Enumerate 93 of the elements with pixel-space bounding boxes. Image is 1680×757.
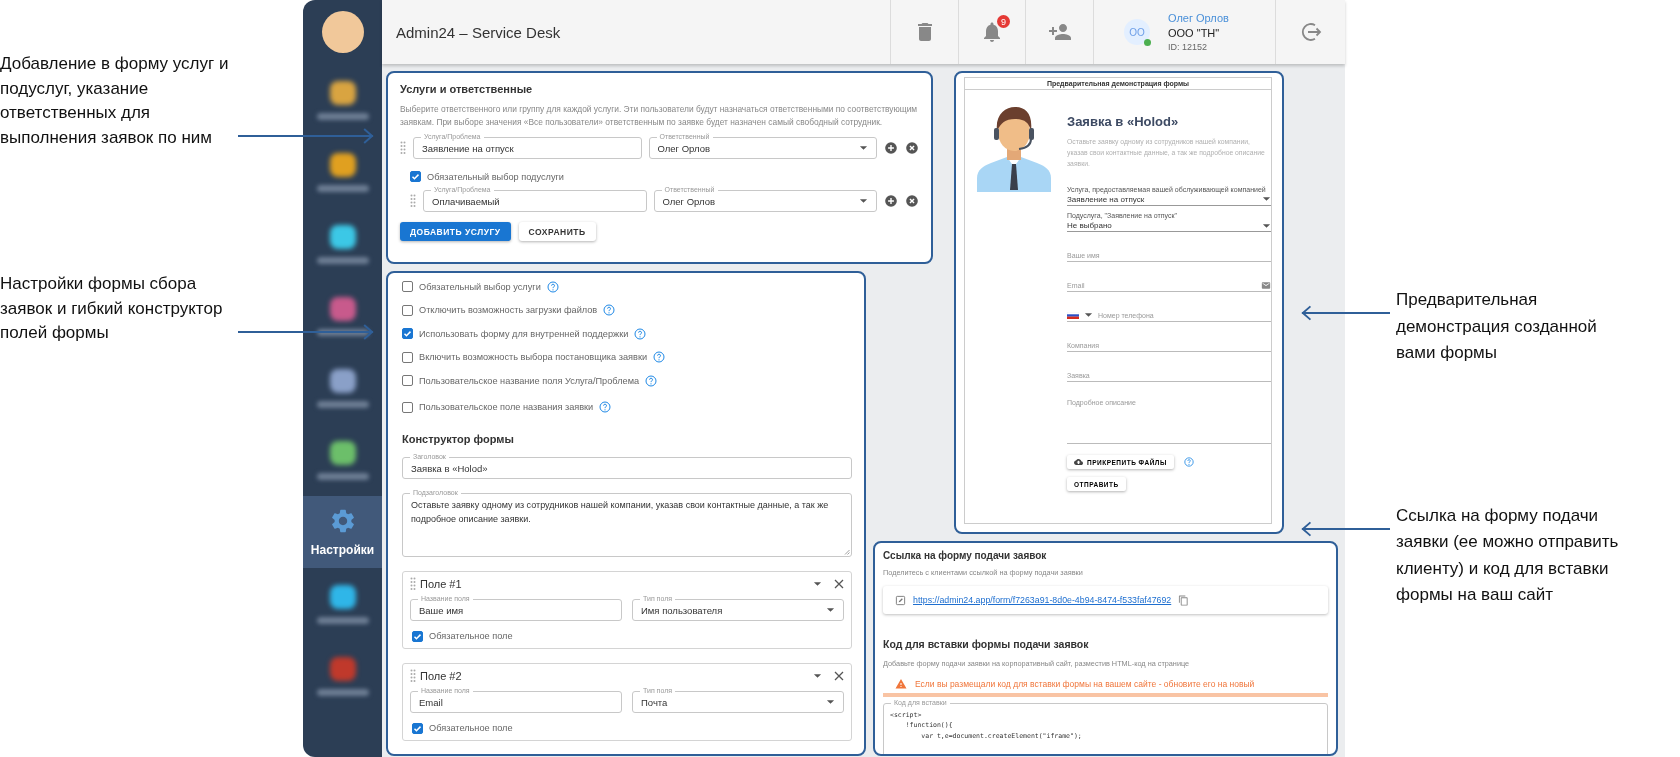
avatar (321, 11, 364, 53)
close-icon[interactable] (834, 579, 844, 589)
help-icon[interactable] (546, 280, 559, 293)
caret-icon (826, 699, 835, 705)
annotation-text: Настройки формы сбора заявок и гибкий конструктор полей формы (0, 273, 224, 344)
add-icon[interactable] (884, 141, 898, 156)
panel-title: Услуги и ответственные (400, 83, 534, 95)
field-value: Олег Орлов (657, 142, 712, 154)
blurred-label (316, 400, 369, 408)
checkbox-label: Использовать форму для внутренней поддержки (419, 328, 629, 339)
checkbox-label: Обязательное поле (429, 631, 513, 641)
field-value: Email (419, 696, 444, 708)
add-icon[interactable] (884, 194, 898, 209)
warning-icon (895, 678, 907, 689)
checkbox-label: Обязательный выбор подуслуги (427, 171, 564, 182)
annotation-text: Предварительная демонстрация созданной вами формы (1396, 289, 1598, 364)
save-button[interactable]: СОХРАНИТЬ (518, 222, 596, 242)
help-icon[interactable] (599, 401, 612, 414)
notifications-button[interactable]: 9 (958, 0, 1025, 64)
checkbox[interactable] (402, 351, 413, 363)
annotation-text: Добавление в форму услуг и подуслуг, указание ответственных для выполнения заявок по ним (0, 53, 230, 149)
company-name: ООО "ТН" (1168, 27, 1221, 39)
field-title: Поле #2 (420, 670, 463, 682)
checkbox[interactable] (402, 375, 413, 387)
blurred-label (316, 472, 369, 480)
remove-icon[interactable] (905, 141, 919, 156)
checkbox-label: Обязательное поле (429, 723, 513, 733)
annotation-text: Ссылка на форму подачи заявки (ее можно отправить клиенту) и код для вставки формы на ваш сайт (1396, 504, 1620, 606)
blurred-label (316, 616, 369, 624)
blurred-label (316, 688, 369, 696)
field-value: Оставьте заявку одному из сотрудников нашей компании, указав свои контактные данные, а так же подробное описание заявки. (411, 499, 830, 526)
panel-title: Ссылка на форму подачи заявок (883, 550, 1048, 561)
field-value: Заявление на отпуск (1067, 194, 1146, 205)
user-id: ID: 12152 (1168, 42, 1209, 52)
caret-icon (859, 198, 868, 205)
copy-icon[interactable] (1178, 594, 1190, 606)
field-value: Олег Орлов (662, 195, 717, 207)
checkbox-label: Включить возможность выбора постановщика заявки (419, 352, 648, 363)
remove-icon[interactable] (905, 194, 919, 209)
checkbox[interactable] (402, 328, 413, 340)
caret-icon (813, 581, 822, 587)
caret-icon (1084, 312, 1093, 319)
resize-handle-icon[interactable] (844, 549, 850, 555)
app-title: Admin24 – Service Desk (395, 22, 562, 43)
panel-description: Выберите ответственного или группу для каждой услуги. Эти пользователи будут назначаться ответственными по соответствующим заявкам. При выборе значения «Все пользователи» ответственным по заявке будет назначен самый свободный сотрудник. (400, 103, 919, 129)
add-service-button[interactable]: ДОБАВИТЬ УСЛУГУ (400, 222, 511, 242)
edit-icon[interactable] (895, 594, 906, 606)
checkbox[interactable] (402, 401, 413, 413)
section-title: Код для вставки формы подачи заявок (883, 638, 1090, 650)
field-title: Поле #1 (420, 578, 463, 590)
checkbox[interactable] (402, 304, 413, 316)
help-icon[interactable] (634, 327, 647, 340)
sidebar-item[interactable]: Настройки (303, 496, 382, 568)
field-value: Почта (641, 696, 669, 708)
help-icon[interactable] (653, 351, 666, 364)
checkbox-label: Отключить возможность загрузки файлов (419, 305, 598, 316)
field-value: Имя пользователя (641, 604, 724, 616)
caret-icon (813, 673, 822, 679)
blurred-label (316, 184, 369, 192)
drag-handle-icon[interactable] (400, 141, 406, 156)
checkbox[interactable] (402, 281, 413, 293)
caret-icon (1262, 196, 1271, 203)
blurred-label (316, 256, 369, 264)
close-icon[interactable] (834, 671, 844, 681)
notification-badge: 9 (997, 15, 1010, 28)
checkbox-label: Пользовательское название поля Услуга/Проблема (419, 375, 640, 386)
checkbox[interactable] (412, 630, 423, 642)
checkbox[interactable] (412, 722, 423, 734)
cloud-upload-icon (1074, 458, 1083, 467)
field-value: Заявка в «Holod» (411, 462, 489, 474)
section-title: Конструктор формы (402, 433, 515, 445)
form-title: Заявка в «Holod» (1067, 114, 1180, 129)
caret-icon (826, 607, 835, 613)
blurred-label (316, 328, 369, 336)
field-value: Не выбрано (1067, 220, 1113, 232)
form-link[interactable]: https://admin24.app/form/f7263a91-8d0e-4b94-8474-f533faf47692 (913, 595, 1172, 605)
field-value: Ваше имя (419, 604, 465, 616)
flag-icon[interactable] (1067, 311, 1079, 319)
help-icon[interactable] (603, 304, 616, 317)
warning-text: Если вы размещали код для вставки формы на вашем сайте - обновите его на новый (915, 678, 1255, 689)
drag-handle-icon[interactable] (410, 194, 416, 209)
drag-handle-icon[interactable] (410, 577, 416, 591)
field-value: Заявление на отпуск (422, 142, 515, 154)
checkbox-label: Обязательный выбор услуги (419, 281, 541, 292)
drag-handle-icon[interactable] (410, 669, 416, 683)
caret-icon (1262, 222, 1271, 229)
blurred-label (316, 112, 369, 120)
checkbox[interactable] (410, 171, 421, 183)
mail-icon (1261, 280, 1271, 290)
caret-icon (859, 145, 868, 152)
help-icon[interactable] (645, 374, 658, 387)
checkbox-label: Пользовательское поле названия заявки (419, 402, 594, 413)
field-value: Оплачиваемый (432, 195, 501, 207)
